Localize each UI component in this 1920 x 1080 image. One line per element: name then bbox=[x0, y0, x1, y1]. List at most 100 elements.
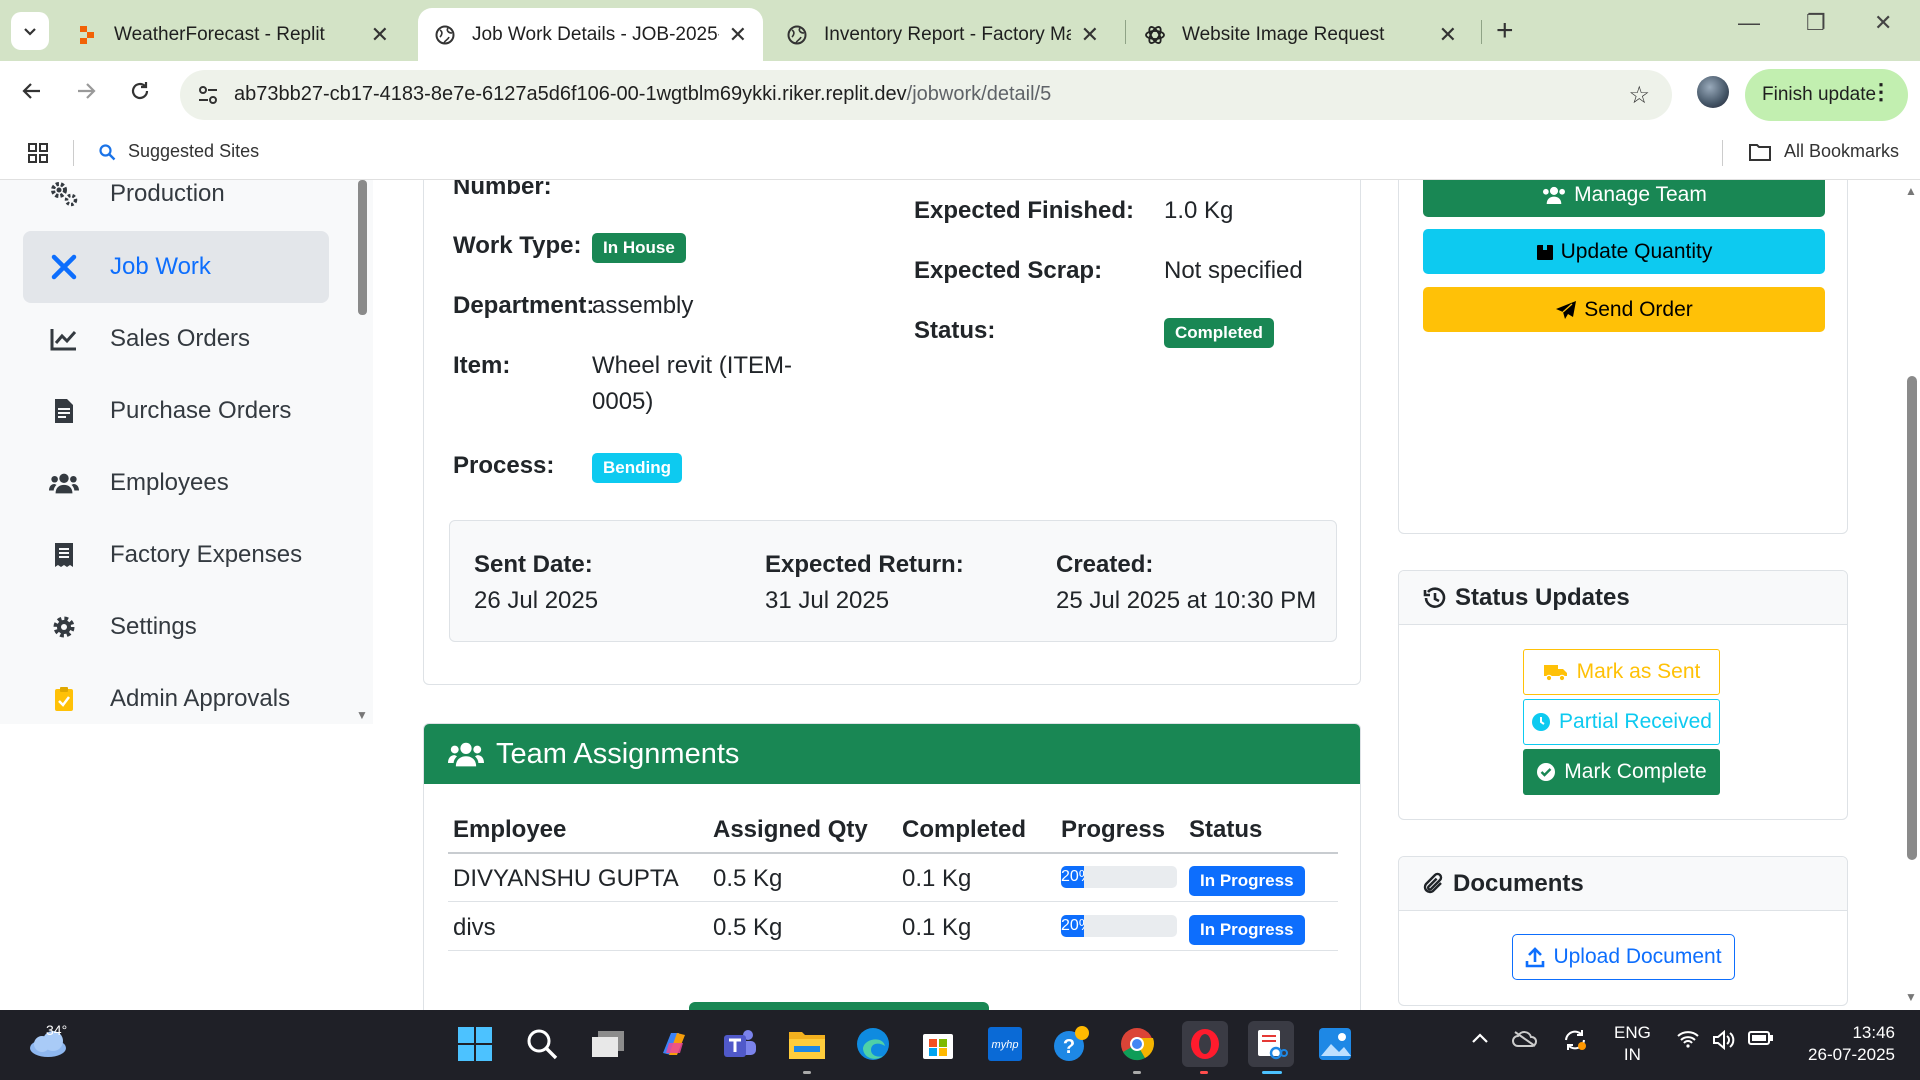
microsoft-store-icon[interactable] bbox=[918, 1024, 958, 1064]
search-icon[interactable] bbox=[522, 1024, 562, 1064]
created-value: 25 Jul 2025 at 10:30 PM bbox=[1056, 587, 1317, 614]
reload-button[interactable] bbox=[128, 79, 152, 110]
teams-icon[interactable] bbox=[720, 1024, 760, 1064]
partial-received-button[interactable]: Partial Received bbox=[1523, 699, 1720, 745]
address-bar[interactable]: ab73bb27-cb17-4183-8e7e-6127a5d6f106-00-… bbox=[180, 70, 1672, 120]
tab-inventory-report[interactable]: Inventory Report - Factory Man ✕ bbox=[770, 8, 1115, 61]
documents-card: Documents Upload Document bbox=[1398, 856, 1848, 1006]
copilot-icon[interactable] bbox=[654, 1024, 694, 1064]
sidebar-item-sales-orders[interactable]: Sales Orders bbox=[23, 303, 329, 375]
tab-weatherforecast[interactable]: WeatherForecast - Replit ✕ bbox=[60, 8, 405, 61]
file-explorer-icon[interactable] bbox=[787, 1024, 827, 1064]
show-hidden-icons-chevron-up-icon[interactable] bbox=[1470, 1030, 1490, 1050]
finish-update-button[interactable]: Finish update ⋮ bbox=[1745, 69, 1908, 121]
truck-icon bbox=[1543, 662, 1569, 682]
documents-title: Documents bbox=[1453, 869, 1584, 897]
sidebar-item-production[interactable]: Production bbox=[23, 180, 329, 230]
close-tab-icon[interactable]: ✕ bbox=[1081, 22, 1099, 48]
dates-summary: Sent Date: 26 Jul 2025 Expected Return: … bbox=[449, 520, 1337, 642]
partially-visible-button[interactable] bbox=[689, 1002, 989, 1010]
mark-as-sent-button[interactable]: Mark as Sent bbox=[1523, 649, 1720, 695]
mark-complete-button[interactable]: Mark Complete bbox=[1523, 749, 1720, 795]
sidebar-item-employees[interactable]: Employees bbox=[23, 447, 329, 519]
documents-header: Documents bbox=[1399, 857, 1847, 911]
opera-icon[interactable] bbox=[1182, 1021, 1228, 1067]
sidebar-item-factory-expenses[interactable]: Factory Expenses bbox=[23, 519, 329, 591]
running-indicator bbox=[803, 1071, 811, 1074]
photos-icon[interactable] bbox=[1315, 1024, 1355, 1064]
upload-document-button[interactable]: Upload Document bbox=[1512, 934, 1735, 980]
battery-icon[interactable] bbox=[1748, 1030, 1774, 1051]
page-scrollbar[interactable]: ▲ ▼ bbox=[1903, 180, 1920, 1010]
close-window-button[interactable]: ✕ bbox=[1874, 10, 1892, 36]
weather-widget[interactable]: 34° bbox=[26, 1020, 70, 1065]
edge-icon[interactable] bbox=[853, 1024, 893, 1064]
file-invoice-icon bbox=[49, 396, 79, 426]
wifi-icon[interactable] bbox=[1677, 1030, 1699, 1053]
scroll-down-arrow-icon[interactable]: ▼ bbox=[1905, 990, 1917, 1004]
url-text[interactable]: ab73bb27-cb17-4183-8e7e-6127a5d6f106-00-… bbox=[234, 83, 1051, 106]
progress-bar: 20% bbox=[1061, 915, 1177, 937]
tab-search-button[interactable] bbox=[11, 12, 49, 50]
bookmark-star-icon[interactable]: ☆ bbox=[1628, 81, 1650, 110]
chrome-icon[interactable] bbox=[1117, 1024, 1157, 1064]
send-order-button[interactable]: Send Order bbox=[1423, 287, 1825, 332]
myhp-icon[interactable]: myhp bbox=[985, 1024, 1025, 1064]
sidebar-scrollbar[interactable]: ▼ bbox=[356, 180, 370, 724]
sidebar-item-purchase-orders[interactable]: Purchase Orders bbox=[23, 375, 329, 447]
manage-team-button[interactable]: Manage Team bbox=[1423, 180, 1825, 217]
close-tab-icon[interactable]: ✕ bbox=[371, 22, 389, 48]
status-badge: Completed bbox=[1164, 318, 1274, 348]
sidebar-scroll-thumb[interactable] bbox=[358, 180, 367, 315]
new-tab-button[interactable]: + bbox=[1496, 14, 1514, 48]
tab-job-work-details[interactable]: Job Work Details - JOB-2025-0( ✕ bbox=[418, 8, 763, 61]
scroll-down-arrow-icon[interactable]: ▼ bbox=[356, 708, 368, 722]
globe-icon bbox=[786, 24, 808, 46]
site-info-icon[interactable] bbox=[196, 83, 220, 112]
expected-finished-value: 1.0 Kg bbox=[1164, 197, 1234, 224]
tools-icon bbox=[49, 252, 79, 282]
minimize-button[interactable]: — bbox=[1738, 10, 1760, 36]
start-icon[interactable] bbox=[455, 1024, 495, 1064]
mark-as-sent-label: Mark as Sent bbox=[1576, 660, 1701, 683]
progress-bar-fill: 20% bbox=[1061, 866, 1085, 888]
system-clock[interactable]: 13:46 26-07-2025 bbox=[1795, 1022, 1895, 1066]
chatgpt-icon bbox=[1144, 24, 1166, 46]
page-scroll-thumb[interactable] bbox=[1907, 376, 1917, 860]
sidebar-item-job-work[interactable]: Job Work bbox=[23, 231, 329, 303]
globe-icon bbox=[434, 24, 456, 46]
replit-favicon bbox=[76, 24, 98, 46]
update-quantity-button[interactable]: Update Quantity bbox=[1423, 229, 1825, 274]
profile-avatar[interactable] bbox=[1697, 76, 1729, 108]
task-view-icon[interactable] bbox=[588, 1024, 628, 1064]
apps-grid-icon[interactable] bbox=[27, 142, 49, 169]
onedrive-cloud-icon[interactable] bbox=[1512, 1030, 1538, 1053]
more-menu-icon[interactable]: ⋮ bbox=[1870, 79, 1892, 105]
send-order-label: Send Order bbox=[1584, 297, 1693, 321]
snipping-tool-icon[interactable] bbox=[1248, 1021, 1294, 1067]
scroll-up-arrow-icon[interactable]: ▲ bbox=[1905, 184, 1917, 198]
bookmark-suggested-sites[interactable]: Suggested Sites bbox=[98, 141, 259, 162]
item-value-line2: 0005) bbox=[592, 388, 654, 415]
sync-icon[interactable] bbox=[1562, 1028, 1588, 1057]
employee-cell: divs bbox=[453, 914, 496, 941]
tab-website-image-request[interactable]: Website Image Request ✕ bbox=[1128, 8, 1473, 61]
language-indicator[interactable]: ENG IN bbox=[1614, 1022, 1651, 1066]
status-badge: In Progress bbox=[1189, 915, 1305, 945]
get-help-icon[interactable]: ? bbox=[1051, 1024, 1091, 1064]
volume-icon[interactable] bbox=[1712, 1029, 1736, 1055]
close-tab-icon[interactable]: ✕ bbox=[729, 22, 747, 48]
sidebar-item-settings[interactable]: Settings bbox=[23, 591, 329, 663]
sidebar: Production Job Work Sales Orders Purchas… bbox=[0, 180, 373, 724]
close-tab-icon[interactable]: ✕ bbox=[1439, 22, 1457, 48]
all-bookmarks-button[interactable]: All Bookmarks bbox=[1748, 141, 1899, 162]
clock-time: 13:46 bbox=[1852, 1023, 1895, 1042]
back-button[interactable] bbox=[20, 79, 44, 110]
sidebar-item-admin-approvals[interactable]: Admin Approvals bbox=[23, 663, 329, 724]
process-badge: Bending bbox=[592, 453, 682, 483]
team-assignments-header: Team Assignments bbox=[424, 724, 1360, 784]
forward-button[interactable] bbox=[74, 79, 98, 110]
status-updates-card: Status Updates Mark as Sent Partial Rece… bbox=[1398, 570, 1848, 820]
restore-button[interactable]: ❐ bbox=[1806, 10, 1826, 36]
status-label: Status: bbox=[914, 317, 996, 344]
